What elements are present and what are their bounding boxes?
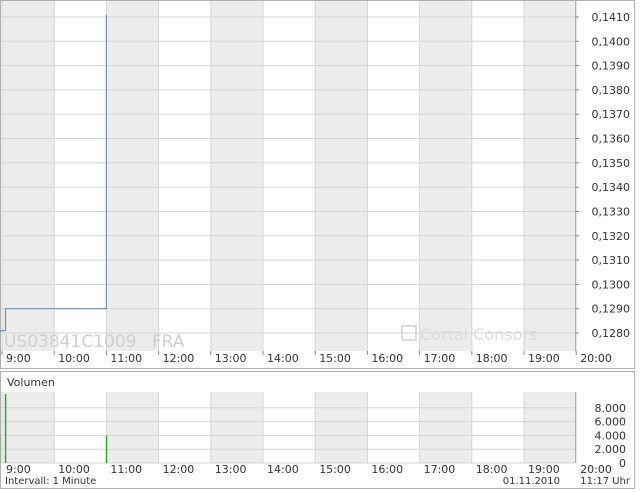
volume-x-tick-label: 10:00	[58, 463, 90, 476]
price-x-tick-label: 20:00	[580, 352, 612, 365]
chart-canvas: US03841C1009 FRA Cortal Consors 0,1280 0,…	[0, 0, 635, 489]
volume-x-tick-label: 11:00	[110, 463, 142, 476]
price-y-tick-label: 0,1300	[592, 278, 631, 291]
volume-panel: Volumen 02.0004.0006.0008.000 9:00 10:00 1…	[0, 371, 635, 489]
volume-y-tick-label: 0	[619, 457, 626, 470]
price-hour-band	[524, 1, 577, 351]
price-x-tick-label: 9:00	[6, 352, 31, 365]
price-y-tick-label: 0,1280	[592, 327, 631, 340]
price-y-tick-label: 0,1290	[592, 303, 631, 316]
price-x-tick-label: 19:00	[528, 352, 560, 365]
volume-bar	[105, 435, 108, 463]
volume-y-tick-label: 6.000	[595, 416, 627, 429]
footer-time: 11:17 Uhr	[580, 476, 631, 487]
footer-date: 01.11.2010	[503, 476, 560, 487]
volume-hour-band	[210, 392, 263, 463]
price-x-tick-label: 11:00	[110, 352, 142, 365]
volume-x-tick-label: 16:00	[371, 463, 403, 476]
price-hour-band	[315, 1, 368, 351]
price-hour-band	[2, 1, 55, 351]
price-x-tick-label: 14:00	[267, 352, 299, 365]
cortal-consors-logo: Cortal Consors	[401, 325, 537, 344]
price-x-tick-label: 13:00	[215, 352, 247, 365]
price-y-tick-label: 0,1380	[592, 84, 631, 97]
price-y-tick-label: 0,1340	[592, 181, 631, 194]
price-y-tick-label: 0,1360	[592, 133, 631, 146]
price-y-tick-label: 0,1390	[592, 60, 631, 73]
price-x-tick-label: 16:00	[371, 352, 403, 365]
price-x-tick-label: 10:00	[58, 352, 90, 365]
price-x-tick-label: 15:00	[319, 352, 351, 365]
volume-x-tick-label: 13:00	[215, 463, 247, 476]
interval-label: Intervall: 1 Minute	[5, 476, 96, 487]
watermark-exchange: FRA	[152, 332, 185, 352]
volume-hour-band	[2, 392, 55, 463]
price-y-tick-label: 0,1320	[592, 230, 631, 243]
price-y-tick-label: 0,1370	[592, 108, 631, 121]
volume-x-tick-label: 9:00	[6, 463, 31, 476]
price-y-tick-label: 0,1410	[592, 11, 631, 24]
volume-x-tick-label: 14:00	[267, 463, 299, 476]
volume-x-tick-label: 17:00	[424, 463, 456, 476]
volume-bar	[4, 394, 7, 463]
volume-hour-band	[315, 392, 368, 463]
volume-hour-band	[524, 392, 577, 463]
price-panel: US03841C1009 FRA Cortal Consors 0,1280 0,…	[0, 0, 635, 369]
price-hour-band	[210, 1, 263, 351]
volume-x-tick-label: 15:00	[319, 463, 351, 476]
price-y-tick-label: 0,1310	[592, 254, 631, 267]
price-y-tick-label: 0,1330	[592, 206, 631, 219]
price-y-tick-label: 0,1400	[592, 35, 631, 48]
price-x-tick-label: 12:00	[163, 352, 195, 365]
volume-hour-band	[419, 392, 472, 463]
watermark-brand: Cortal Consors	[420, 325, 537, 344]
volume-x-tick-label: 19:00	[528, 463, 560, 476]
price-x-tick-label: 18:00	[476, 352, 508, 365]
volume-x-tick-label: 18:00	[476, 463, 508, 476]
volume-title: Volumen	[7, 376, 55, 389]
volume-y-tick-label: 8.000	[595, 402, 627, 415]
price-y-tick-label: 0,1350	[592, 157, 631, 170]
price-hour-band	[106, 1, 159, 351]
price-x-tick-label: 17:00	[424, 352, 456, 365]
volume-x-tick-label: 20:00	[580, 463, 612, 476]
volume-y-tick-label: 2.000	[595, 443, 627, 456]
volume-hour-band	[106, 392, 159, 463]
watermark-instrument: US03841C1009	[4, 332, 136, 352]
volume-x-tick-label: 12:00	[163, 463, 195, 476]
price-hour-band	[419, 1, 472, 351]
volume-y-tick-label: 4.000	[595, 429, 627, 442]
